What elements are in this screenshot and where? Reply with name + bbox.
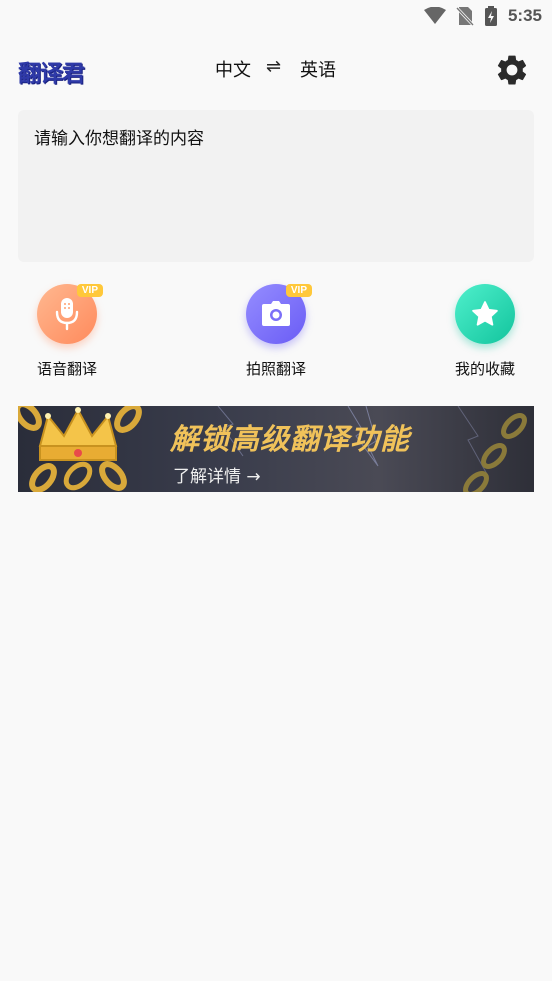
voice-translate-label: 语音翻译: [36, 360, 97, 378]
my-favorites-button[interactable]: 我的收藏: [435, 284, 535, 379]
status-time: 5:35: [507, 6, 542, 25]
no-sim-icon: [455, 6, 474, 26]
translation-input-container: [18, 110, 534, 262]
status-icons: 5:35: [423, 4, 542, 28]
battery-charging-icon: [484, 6, 497, 26]
translation-input[interactable]: [34, 124, 518, 248]
target-language-button[interactable]: 英语: [300, 56, 336, 82]
settings-gear-icon[interactable]: [494, 52, 530, 88]
vip-badge: VIP: [285, 284, 312, 297]
my-favorites-label: 我的收藏: [454, 360, 515, 378]
crown-chain-icon: [18, 406, 142, 492]
my-favorites-circle: [455, 284, 515, 344]
voice-translate-button[interactable]: VIP 语音翻译: [17, 284, 117, 379]
photo-translate-label: 拍照翻译: [245, 360, 306, 378]
star-icon: [472, 301, 498, 326]
vip-badge: VIP: [76, 284, 103, 297]
photo-translate-button[interactable]: VIP 拍照翻译: [226, 284, 326, 379]
microphone-icon: [55, 298, 79, 331]
banner-title: 解锁高级翻译功能: [170, 422, 411, 456]
wifi-icon: [423, 7, 446, 24]
camera-icon: [262, 301, 290, 326]
swap-languages-button[interactable]: ⇌: [266, 56, 281, 77]
voice-translate-circle: VIP: [37, 284, 103, 344]
photo-translate-circle: VIP: [246, 284, 312, 344]
app-bar: 翻译君 中文 ⇌ 英语: [0, 44, 552, 96]
unlock-premium-banner[interactable]: 解锁高级翻译功能 了解详情 →: [18, 406, 534, 492]
status-bar: 5:35: [0, 0, 552, 32]
chain-right-icon: [463, 413, 527, 492]
app-logo: 翻译君: [18, 61, 85, 87]
banner-learn-more-link[interactable]: 了解详情 →: [173, 462, 261, 487]
source-language-button[interactable]: 中文: [215, 56, 251, 82]
